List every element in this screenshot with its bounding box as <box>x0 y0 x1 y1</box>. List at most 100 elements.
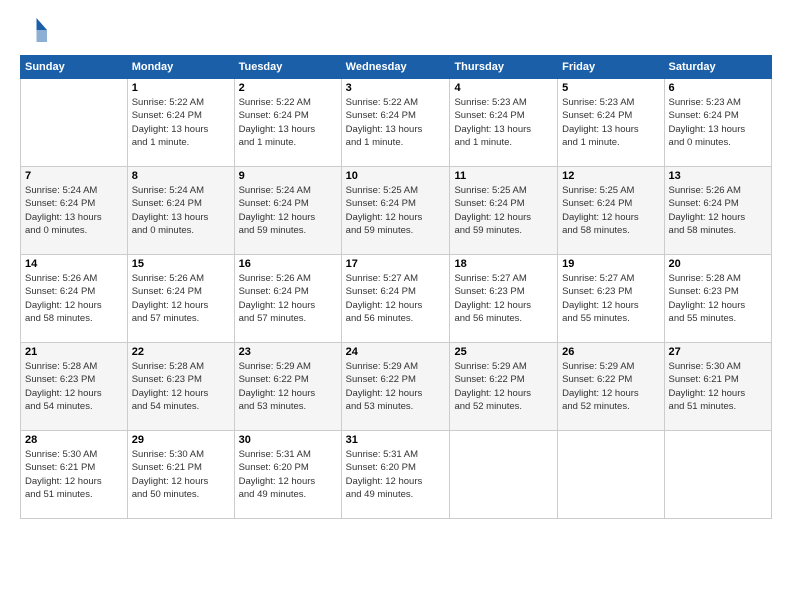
day-number: 18 <box>454 258 553 270</box>
day-number: 10 <box>346 170 446 182</box>
day-info: Sunrise: 5:29 AMSunset: 6:22 PMDaylight:… <box>454 360 553 413</box>
day-cell: 10 Sunrise: 5:25 AMSunset: 6:24 PMDayligh… <box>341 167 450 255</box>
day-cell: 13Sunrise: 5:26 AMSunset: 6:24 PMDayligh… <box>664 167 771 255</box>
day-cell: 4 Sunrise: 5:23 AMSunset: 6:24 PMDaylight… <box>450 79 558 167</box>
day-number: 30 <box>239 434 337 446</box>
day-info: Sunrise: 5:24 AMSunset: 6:24 PMDaylight:… <box>239 184 337 237</box>
day-cell: 16 Sunrise: 5:26 AMSunset: 6:24 PMDayligh… <box>234 255 341 343</box>
day-info: Sunrise: 5:25 AMSunset: 6:24 PMDaylight:… <box>454 184 553 237</box>
week-row-0: 1 Sunrise: 5:22 AMSunset: 6:24 PMDaylight… <box>21 79 772 167</box>
day-cell <box>558 431 664 519</box>
day-number: 22 <box>132 346 230 358</box>
day-info: Sunrise: 5:23 AMSunset: 6:24 PMDaylight:… <box>669 96 767 149</box>
day-cell: 24 Sunrise: 5:29 AMSunset: 6:22 PMDayligh… <box>341 343 450 431</box>
day-info: Sunrise: 5:25 AMSunset: 6:24 PMDaylight:… <box>562 184 659 237</box>
day-info: Sunrise: 5:26 AMSunset: 6:24 PMDaylight:… <box>239 272 337 325</box>
day-number: 21 <box>25 346 123 358</box>
day-info: Sunrise: 5:24 AMSunset: 6:24 PMDaylight:… <box>132 184 230 237</box>
day-info: Sunrise: 5:24 AMSunset: 6:24 PMDaylight:… <box>25 184 123 237</box>
day-cell: 9 Sunrise: 5:24 AMSunset: 6:24 PMDaylight… <box>234 167 341 255</box>
day-info: Sunrise: 5:23 AMSunset: 6:24 PMDaylight:… <box>454 96 553 149</box>
day-number: 6 <box>669 82 767 94</box>
day-info: Sunrise: 5:30 AMSunset: 6:21 PMDaylight:… <box>132 448 230 501</box>
day-number: 13 <box>669 170 767 182</box>
day-number: 12 <box>562 170 659 182</box>
week-row-1: 7 Sunrise: 5:24 AMSunset: 6:24 PMDaylight… <box>21 167 772 255</box>
day-cell: 29 Sunrise: 5:30 AMSunset: 6:21 PMDayligh… <box>127 431 234 519</box>
day-cell: 18 Sunrise: 5:27 AMSunset: 6:23 PMDayligh… <box>450 255 558 343</box>
day-number: 27 <box>669 346 767 358</box>
day-number: 15 <box>132 258 230 270</box>
day-info: Sunrise: 5:29 AMSunset: 6:22 PMDaylight:… <box>346 360 446 413</box>
day-cell <box>664 431 771 519</box>
day-cell: 14Sunrise: 5:26 AMSunset: 6:24 PMDayligh… <box>21 255 128 343</box>
day-cell: 28Sunrise: 5:30 AMSunset: 6:21 PMDayligh… <box>21 431 128 519</box>
day-cell: 21 Sunrise: 5:28 AMSunset: 6:23 PMDayligh… <box>21 343 128 431</box>
day-info: Sunrise: 5:28 AMSunset: 6:23 PMDaylight:… <box>132 360 230 413</box>
day-info: Sunrise: 5:29 AMSunset: 6:22 PMDaylight:… <box>239 360 337 413</box>
day-cell: 8Sunrise: 5:24 AMSunset: 6:24 PMDaylight… <box>127 167 234 255</box>
col-sunday: Sunday <box>21 56 128 79</box>
day-number: 11 <box>454 170 553 182</box>
day-info: Sunrise: 5:27 AMSunset: 6:23 PMDaylight:… <box>454 272 553 325</box>
day-cell: 7 Sunrise: 5:24 AMSunset: 6:24 PMDaylight… <box>21 167 128 255</box>
day-number: 20 <box>669 258 767 270</box>
col-wednesday: Wednesday <box>341 56 450 79</box>
day-cell: 6 Sunrise: 5:23 AMSunset: 6:24 PMDaylight… <box>664 79 771 167</box>
day-info: Sunrise: 5:29 AMSunset: 6:22 PMDaylight:… <box>562 360 659 413</box>
day-cell: 30 Sunrise: 5:31 AMSunset: 6:20 PMDayligh… <box>234 431 341 519</box>
day-cell: 23 Sunrise: 5:29 AMSunset: 6:22 PMDayligh… <box>234 343 341 431</box>
day-number: 7 <box>25 170 123 182</box>
col-thursday: Thursday <box>450 56 558 79</box>
day-number: 2 <box>239 82 337 94</box>
day-number: 9 <box>239 170 337 182</box>
day-cell <box>21 79 128 167</box>
day-info: Sunrise: 5:26 AMSunset: 6:24 PMDaylight:… <box>132 272 230 325</box>
calendar-table: Sunday Monday Tuesday Wednesday Thursday… <box>20 55 772 519</box>
day-info: Sunrise: 5:23 AMSunset: 6:24 PMDaylight:… <box>562 96 659 149</box>
day-cell: 20 Sunrise: 5:28 AMSunset: 6:23 PMDayligh… <box>664 255 771 343</box>
day-number: 4 <box>454 82 553 94</box>
day-info: Sunrise: 5:22 AMSunset: 6:24 PMDaylight:… <box>132 96 230 149</box>
day-info: Sunrise: 5:27 AMSunset: 6:24 PMDaylight:… <box>346 272 446 325</box>
day-number: 31 <box>346 434 446 446</box>
day-number: 23 <box>239 346 337 358</box>
day-cell: 12 Sunrise: 5:25 AMSunset: 6:24 PMDayligh… <box>558 167 664 255</box>
col-tuesday: Tuesday <box>234 56 341 79</box>
logo-icon <box>20 15 50 45</box>
week-row-4: 28Sunrise: 5:30 AMSunset: 6:21 PMDayligh… <box>21 431 772 519</box>
day-number: 25 <box>454 346 553 358</box>
col-monday: Monday <box>127 56 234 79</box>
day-cell: 17 Sunrise: 5:27 AMSunset: 6:24 PMDayligh… <box>341 255 450 343</box>
logo <box>20 15 54 45</box>
day-info: Sunrise: 5:28 AMSunset: 6:23 PMDaylight:… <box>25 360 123 413</box>
day-cell: 11 Sunrise: 5:25 AMSunset: 6:24 PMDayligh… <box>450 167 558 255</box>
day-cell: 1 Sunrise: 5:22 AMSunset: 6:24 PMDaylight… <box>127 79 234 167</box>
day-info: Sunrise: 5:22 AMSunset: 6:24 PMDaylight:… <box>346 96 446 149</box>
page: Sunday Monday Tuesday Wednesday Thursday… <box>0 0 792 612</box>
day-number: 1 <box>132 82 230 94</box>
day-cell: 26 Sunrise: 5:29 AMSunset: 6:22 PMDayligh… <box>558 343 664 431</box>
day-number: 29 <box>132 434 230 446</box>
day-cell: 2 Sunrise: 5:22 AMSunset: 6:24 PMDaylight… <box>234 79 341 167</box>
day-cell: 15 Sunrise: 5:26 AMSunset: 6:24 PMDayligh… <box>127 255 234 343</box>
day-info: Sunrise: 5:25 AMSunset: 6:24 PMDaylight:… <box>346 184 446 237</box>
day-number: 17 <box>346 258 446 270</box>
day-info: Sunrise: 5:22 AMSunset: 6:24 PMDaylight:… <box>239 96 337 149</box>
day-cell: 3 Sunrise: 5:22 AMSunset: 6:24 PMDaylight… <box>341 79 450 167</box>
day-cell: 22 Sunrise: 5:28 AMSunset: 6:23 PMDayligh… <box>127 343 234 431</box>
day-number: 26 <box>562 346 659 358</box>
week-row-2: 14Sunrise: 5:26 AMSunset: 6:24 PMDayligh… <box>21 255 772 343</box>
day-cell: 31 Sunrise: 5:31 AMSunset: 6:20 PMDayligh… <box>341 431 450 519</box>
col-friday: Friday <box>558 56 664 79</box>
day-info: Sunrise: 5:30 AMSunset: 6:21 PMDaylight:… <box>25 448 123 501</box>
day-info: Sunrise: 5:28 AMSunset: 6:23 PMDaylight:… <box>669 272 767 325</box>
header <box>20 15 772 45</box>
day-cell: 19Sunrise: 5:27 AMSunset: 6:23 PMDayligh… <box>558 255 664 343</box>
day-number: 3 <box>346 82 446 94</box>
day-info: Sunrise: 5:31 AMSunset: 6:20 PMDaylight:… <box>346 448 446 501</box>
day-info: Sunrise: 5:27 AMSunset: 6:23 PMDaylight:… <box>562 272 659 325</box>
day-number: 24 <box>346 346 446 358</box>
day-number: 16 <box>239 258 337 270</box>
day-info: Sunrise: 5:31 AMSunset: 6:20 PMDaylight:… <box>239 448 337 501</box>
